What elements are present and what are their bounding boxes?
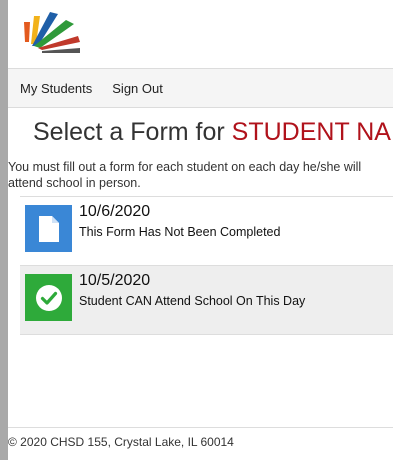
district-logo	[24, 12, 80, 53]
form-tile-completed	[25, 274, 72, 321]
form-row[interactable]: 10/6/2020 This Form Has Not Been Complet…	[20, 197, 393, 266]
instructions-text: You must fill out a form for each studen…	[8, 160, 362, 190]
form-status: This Form Has Not Been Completed	[79, 225, 281, 239]
form-row[interactable]: 10/5/2020 Student CAN Attend School On T…	[20, 266, 393, 335]
form-tile-pending	[25, 205, 72, 252]
check-icon	[35, 284, 62, 311]
page-title-prefix: Select a Form for	[33, 118, 232, 146]
nav-sign-out[interactable]: Sign Out	[112, 81, 163, 96]
form-status: Student CAN Attend School On This Day	[79, 294, 306, 308]
navbar: My Students Sign Out	[8, 68, 393, 108]
form-list: 10/6/2020 This Form Has Not Been Complet…	[20, 196, 393, 335]
footer-divider	[8, 427, 393, 428]
form-date: 10/6/2020	[79, 203, 151, 220]
page-title: Select a Form for STUDENT NAME	[33, 118, 393, 147]
footer-copyright: © 2020 CHSD 155, Crystal Lake, IL 60014	[8, 435, 234, 449]
student-name: STUDENT NAME	[231, 118, 393, 146]
form-date: 10/5/2020	[79, 272, 151, 289]
document-icon	[38, 215, 59, 242]
nav-my-students[interactable]: My Students	[20, 81, 92, 96]
page: My Students Sign Out Select a Form for S…	[8, 0, 393, 460]
